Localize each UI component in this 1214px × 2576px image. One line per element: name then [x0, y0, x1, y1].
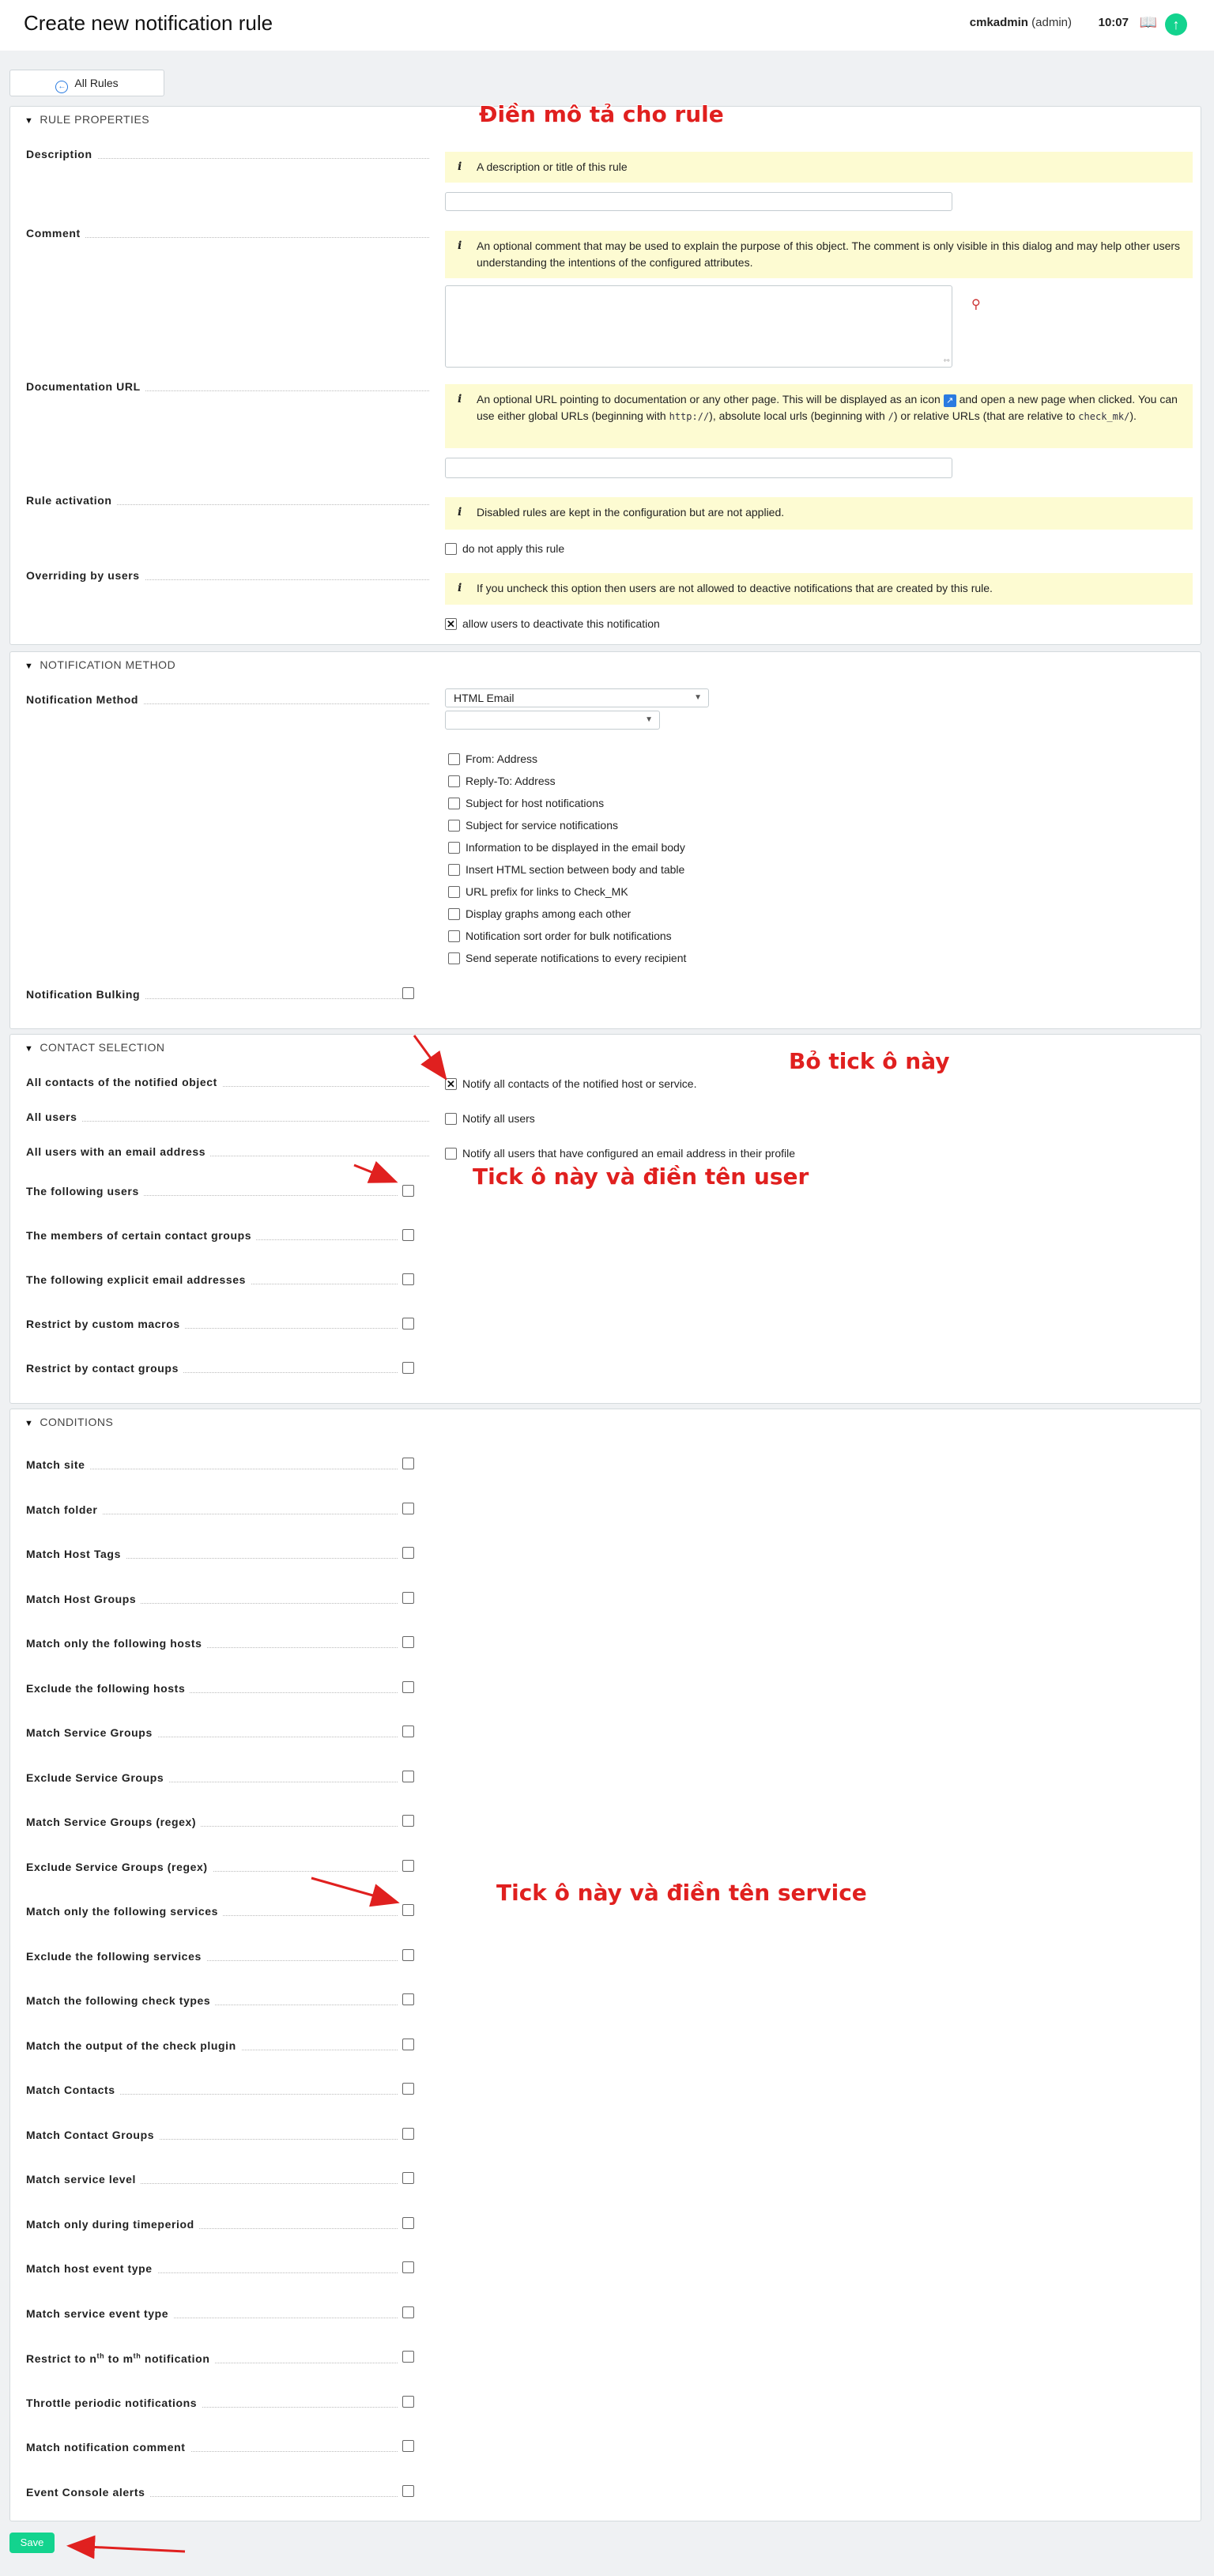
- annotation-arrows: [66, 1035, 447, 2559]
- arrow-to-save: [66, 2535, 186, 2559]
- arrow-to-following-services: [311, 1876, 400, 1907]
- arrow-to-untick-box: [413, 1035, 447, 1081]
- arrow-to-following-users: [353, 1160, 398, 1183]
